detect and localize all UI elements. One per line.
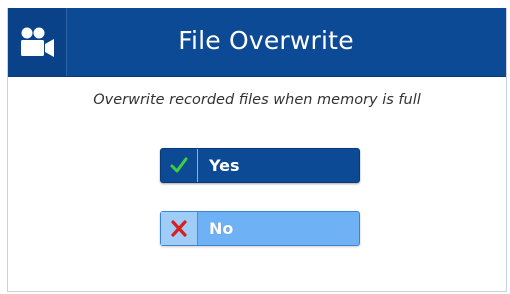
- no-icon-box: [161, 212, 198, 245]
- title-bar: File Overwrite: [8, 8, 506, 77]
- yes-option-label: Yes: [209, 156, 240, 175]
- yes-option-button[interactable]: Yes: [160, 148, 360, 183]
- prompt-text: Overwrite recorded files when memory is …: [93, 92, 421, 108]
- checkmark-icon: [170, 157, 188, 173]
- camera-icon-box: [8, 8, 67, 76]
- video-camera-icon: [21, 27, 54, 57]
- file-overwrite-screen: File Overwrite Overwrite recorded files …: [7, 8, 507, 292]
- page-title: File Overwrite: [178, 26, 354, 55]
- x-icon: [171, 220, 187, 237]
- yes-icon-box: [161, 149, 198, 182]
- no-option-label: No: [209, 219, 234, 238]
- no-option-button[interactable]: No: [160, 211, 360, 246]
